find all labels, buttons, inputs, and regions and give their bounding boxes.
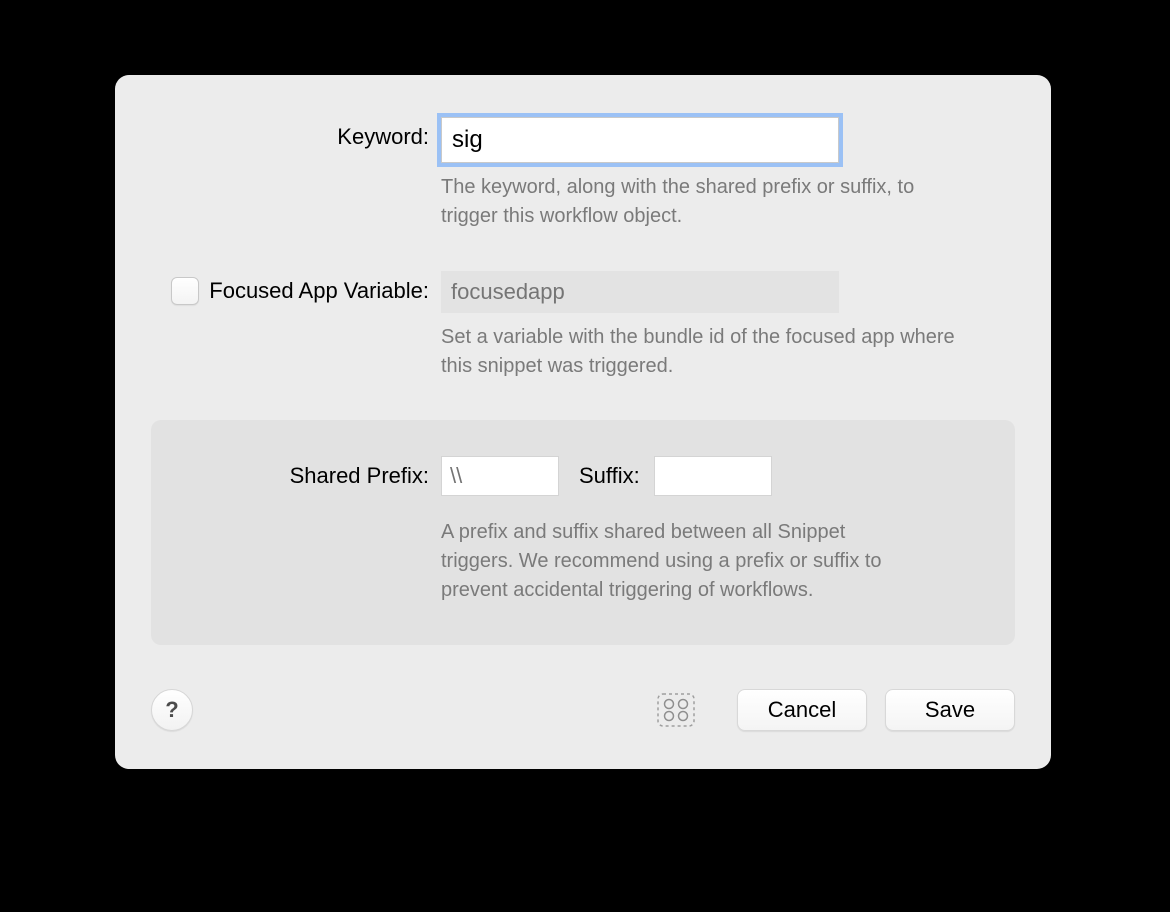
shared-suffix-input[interactable] — [654, 456, 772, 496]
focused-app-variable-input — [441, 271, 839, 313]
keyword-label: Keyword: — [337, 117, 429, 157]
cancel-button[interactable]: Cancel — [737, 689, 867, 731]
keyword-row: Keyword: The keyword, along with the sha… — [115, 75, 1051, 231]
focused-app-label: Focused App Variable: — [209, 271, 429, 311]
save-button[interactable]: Save — [885, 689, 1015, 731]
shared-prefix-input[interactable] — [441, 456, 559, 496]
focused-app-row: Focused App Variable: Set a variable wit… — [115, 231, 1051, 381]
help-button[interactable]: ? — [151, 689, 193, 731]
keyword-input[interactable] — [441, 117, 839, 163]
focused-app-checkbox[interactable] — [171, 277, 199, 305]
variables-grid-icon[interactable] — [655, 691, 697, 729]
shared-prefix-label: Shared Prefix: — [290, 456, 429, 496]
shared-help-text: A prefix and suffix shared between all S… — [441, 518, 909, 605]
preferences-sheet: Keyword: The keyword, along with the sha… — [115, 75, 1051, 769]
dialog-footer: ? Cancel Save — [151, 687, 1015, 733]
shared-suffix-label: Suffix: — [579, 463, 640, 489]
focused-app-help-text: Set a variable with the bundle id of the… — [441, 323, 961, 381]
keyword-help-text: The keyword, along with the shared prefi… — [441, 173, 961, 231]
shared-prefix-panel: Shared Prefix: Suffix: A prefix and suff… — [151, 420, 1015, 645]
